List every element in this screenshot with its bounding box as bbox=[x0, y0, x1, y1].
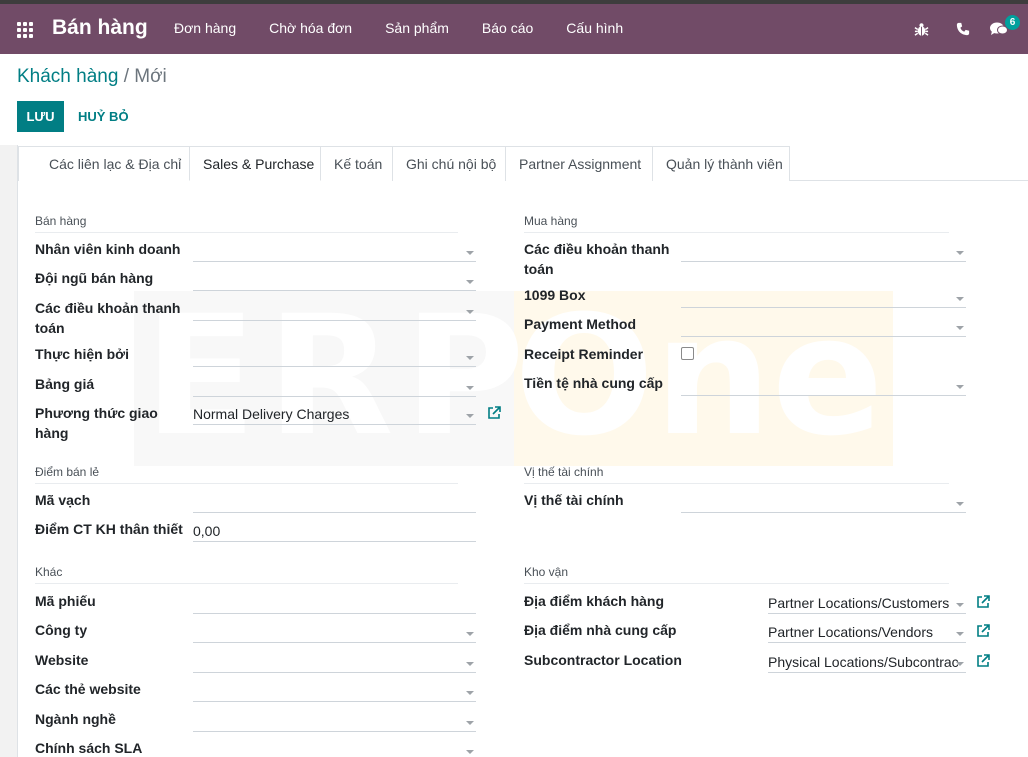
reference-input[interactable] bbox=[193, 594, 476, 614]
caret-down-icon bbox=[466, 414, 474, 418]
caret-down-icon bbox=[466, 310, 474, 314]
company-select[interactable] bbox=[193, 623, 476, 643]
pricelist-label: Bảng giá bbox=[35, 376, 95, 392]
company-label: Công ty bbox=[35, 622, 88, 638]
vendor-payment-terms-select[interactable] bbox=[681, 242, 966, 262]
box-1099-select[interactable] bbox=[681, 288, 966, 308]
loyalty-points-value: 0,00 bbox=[193, 523, 221, 539]
caret-down-icon bbox=[466, 721, 474, 725]
reference-label: Mã phiếu bbox=[35, 593, 96, 609]
website-select[interactable] bbox=[193, 653, 476, 673]
caret-down-icon bbox=[466, 750, 474, 754]
inventory-group-title: Kho vận bbox=[524, 565, 949, 584]
purchase-group-title: Mua hàng bbox=[524, 214, 949, 233]
sales-team-label: Đội ngũ bán hàng bbox=[35, 270, 154, 286]
receipt-reminder-checkbox[interactable] bbox=[681, 347, 694, 360]
barcode-input[interactable] bbox=[193, 493, 476, 513]
caret-down-icon bbox=[956, 632, 964, 636]
website-label: Website bbox=[35, 652, 89, 668]
loyalty-points-input[interactable]: 0,00 bbox=[193, 522, 476, 542]
caret-down-icon bbox=[956, 502, 964, 506]
caret-down-icon bbox=[956, 326, 964, 330]
caret-down-icon bbox=[466, 386, 474, 390]
salesperson-label: Nhân viên kinh doanh bbox=[35, 241, 181, 257]
supplier-currency-label: Tiền tệ nhà cung cấp bbox=[524, 375, 663, 391]
loyalty-points-label: Điểm CT KH thân thiết bbox=[35, 521, 183, 537]
caret-down-icon bbox=[956, 662, 964, 666]
delivery-method-label: Phương thức giao bbox=[35, 405, 158, 421]
fiscal-position-select[interactable] bbox=[681, 493, 966, 513]
caret-down-icon bbox=[466, 251, 474, 255]
website-tags-select[interactable] bbox=[193, 682, 476, 702]
fiscal-group-title: Vị thế tài chính bbox=[524, 465, 949, 484]
caret-down-icon bbox=[956, 297, 964, 301]
customer-location-value: Partner Locations/Customers bbox=[768, 595, 950, 611]
supplier-currency-select[interactable] bbox=[681, 376, 966, 396]
external-link-icon[interactable] bbox=[976, 654, 990, 668]
industry-label: Ngành nghề bbox=[35, 711, 116, 727]
vendor-location-label: Địa điểm nhà cung cấp bbox=[524, 622, 677, 638]
subcontractor-location-label: Subcontractor Location bbox=[524, 652, 682, 668]
salesperson-select[interactable] bbox=[193, 242, 476, 262]
payment-method-select[interactable] bbox=[681, 317, 966, 337]
fiscal-position-label: Vị thế tài chính bbox=[524, 492, 624, 508]
pos-group-title: Điểm bán lẻ bbox=[35, 465, 458, 484]
sla-policy-select[interactable] bbox=[193, 741, 476, 757]
vendor-location-value: Partner Locations/Vendors bbox=[768, 624, 933, 640]
delivery-method-value: Normal Delivery Charges bbox=[193, 406, 350, 422]
caret-down-icon bbox=[466, 691, 474, 695]
industry-select[interactable] bbox=[193, 712, 476, 732]
delivery-method-label-line2: hàng bbox=[35, 425, 69, 441]
fulfilled-by-select[interactable] bbox=[193, 347, 476, 367]
customer-location-select[interactable]: Partner Locations/Customers bbox=[768, 594, 966, 614]
caret-down-icon bbox=[956, 385, 964, 389]
receipt-reminder-label: Receipt Reminder bbox=[524, 346, 644, 362]
caret-down-icon bbox=[956, 251, 964, 255]
caret-down-icon bbox=[956, 603, 964, 607]
sales-team-select[interactable] bbox=[193, 271, 476, 291]
subcontractor-location-value: Physical Locations/Subcontrac bbox=[768, 654, 959, 670]
misc-group-title: Khác bbox=[35, 565, 458, 584]
payment-terms-label-line2: toán bbox=[35, 320, 65, 336]
vendor-payment-terms-label: Các điều khoản thanh bbox=[524, 241, 670, 257]
sla-policy-label: Chính sách SLA bbox=[35, 740, 143, 756]
delivery-method-select[interactable]: Normal Delivery Charges bbox=[193, 405, 476, 425]
sales-group-title: Bán hàng bbox=[35, 214, 458, 233]
external-link-icon[interactable] bbox=[976, 595, 990, 609]
customer-payment-terms-select[interactable] bbox=[193, 301, 476, 321]
external-link-icon[interactable] bbox=[976, 624, 990, 638]
vendor-payment-terms-label-line2: toán bbox=[524, 261, 554, 277]
payment-terms-label: Các điều khoản thanh bbox=[35, 300, 181, 316]
external-link-icon[interactable] bbox=[487, 406, 501, 420]
caret-down-icon bbox=[466, 662, 474, 666]
pricelist-select[interactable] bbox=[193, 377, 476, 397]
caret-down-icon bbox=[466, 632, 474, 636]
barcode-label: Mã vạch bbox=[35, 492, 91, 508]
fulfilled-by-label: Thực hiện bởi bbox=[35, 346, 129, 362]
subcontractor-location-select[interactable]: Physical Locations/Subcontrac bbox=[768, 653, 966, 673]
box-1099-label: 1099 Box bbox=[524, 287, 586, 303]
vendor-location-select[interactable]: Partner Locations/Vendors bbox=[768, 623, 966, 643]
caret-down-icon bbox=[466, 280, 474, 284]
payment-method-label: Payment Method bbox=[524, 316, 637, 332]
website-tags-label: Các thẻ website bbox=[35, 681, 141, 697]
customer-location-label: Địa điểm khách hàng bbox=[524, 593, 665, 609]
caret-down-icon bbox=[466, 356, 474, 360]
